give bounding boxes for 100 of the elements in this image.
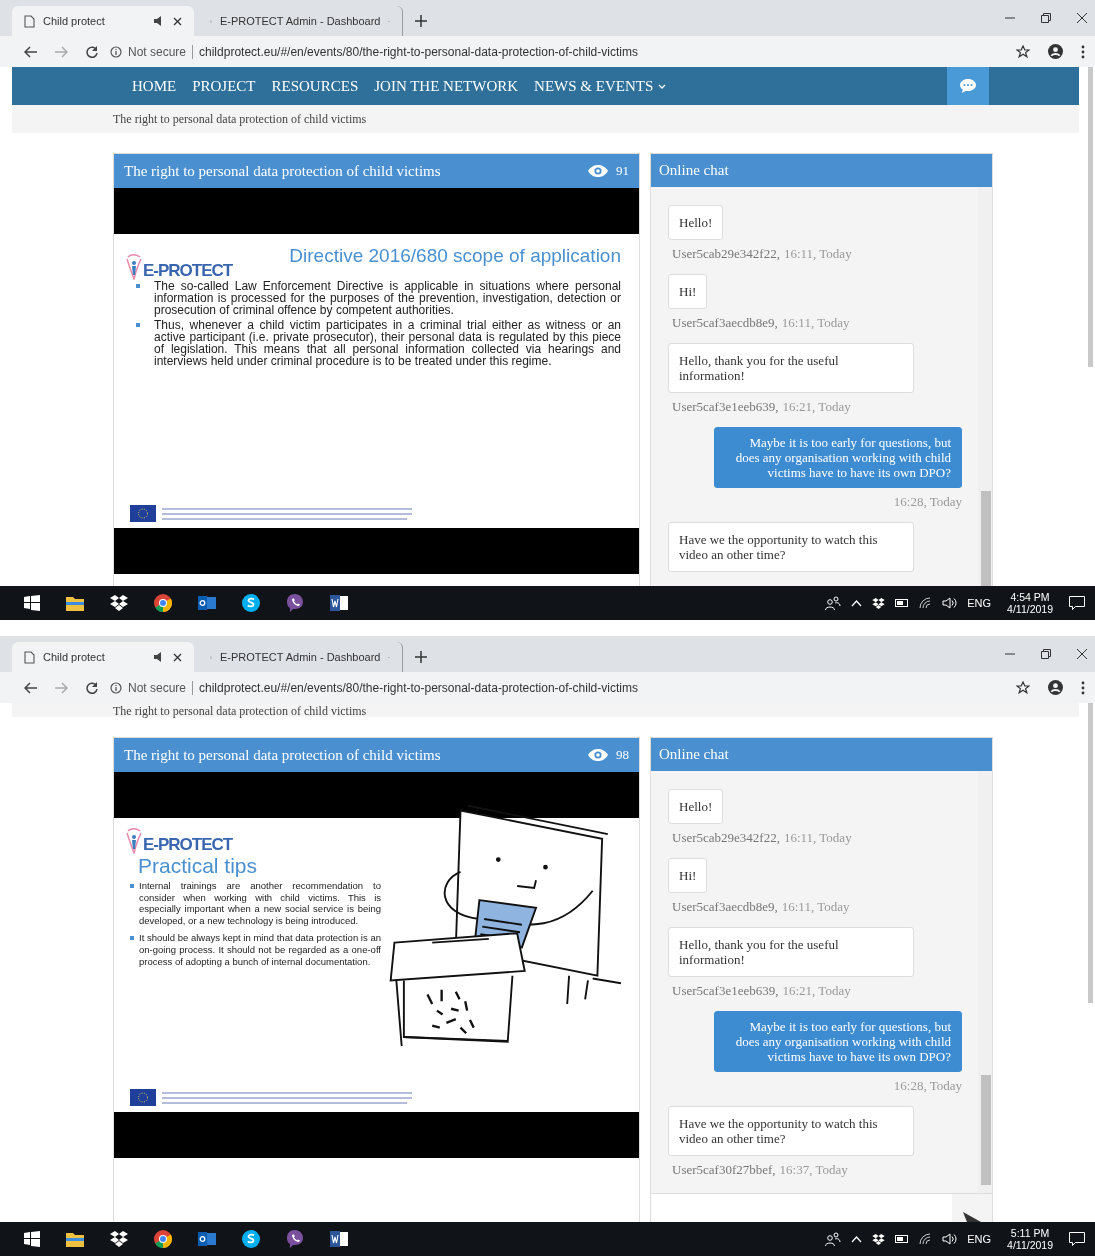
bullet-icon bbox=[136, 284, 140, 288]
dropbox-icon[interactable] bbox=[110, 595, 128, 611]
wifi-icon[interactable] bbox=[919, 1233, 933, 1245]
received-message: Hello! bbox=[668, 789, 724, 824]
chat-button[interactable] bbox=[947, 67, 989, 105]
chrome-icon[interactable] bbox=[154, 1230, 172, 1248]
clock-time: 4:54 PM bbox=[1010, 591, 1050, 603]
slide-bullet-text: The so-called Law Enforcement Directive is applicable in situations where personal information is processed for the purposes of the prevention, investigation, detection or prosecution of criminal offence by competent authorities. bbox=[154, 280, 621, 316]
word-icon[interactable] bbox=[330, 1231, 348, 1247]
windows-logo-icon[interactable] bbox=[24, 595, 40, 611]
caret-up-icon[interactable] bbox=[851, 599, 863, 607]
clock-date: 4/11/2019 bbox=[1007, 1239, 1053, 1251]
chat-scrollbar[interactable] bbox=[978, 187, 992, 586]
clock[interactable]: 5:11 PM 4/11/2019 bbox=[1007, 1227, 1053, 1251]
logo-figure-icon bbox=[126, 254, 142, 280]
menu-icon[interactable] bbox=[1081, 680, 1085, 695]
account-icon[interactable] bbox=[1048, 44, 1063, 59]
reload-icon[interactable] bbox=[86, 45, 98, 58]
speaker-icon[interactable] bbox=[942, 597, 958, 609]
folder-icon[interactable] bbox=[66, 1231, 84, 1247]
people-icon[interactable] bbox=[825, 596, 842, 610]
nav-link[interactable]: NEWS & EVENTS bbox=[534, 77, 667, 95]
message-time: 16:11, Today bbox=[783, 830, 852, 846]
url-text: childprotect.eu/#/en/events/80/the-right-to-personal-data-protection-of-child-victims bbox=[199, 44, 638, 59]
new-tab-icon[interactable] bbox=[415, 651, 427, 663]
account-icon[interactable] bbox=[1048, 680, 1063, 695]
battery-icon[interactable] bbox=[895, 1235, 910, 1243]
page-scrollbar[interactable] bbox=[1088, 67, 1093, 367]
logo-figure-icon bbox=[126, 828, 142, 854]
speaker-icon[interactable] bbox=[942, 1233, 958, 1245]
dropbox-icon[interactable] bbox=[872, 597, 886, 609]
viber-icon[interactable] bbox=[286, 1230, 304, 1248]
tab-title: E-PROTECT Admin - Dashboard bbox=[219, 651, 381, 663]
back-arrow-icon[interactable] bbox=[24, 681, 37, 694]
message-author: User5caf3e1eeb639, bbox=[672, 399, 779, 415]
battery-icon[interactable] bbox=[895, 599, 910, 607]
slide-bullet-text: Thus, whenever a child victim participates in a criminal trial either as witness or an active participant (i.e. private prosecutor), their personal data is regulated by this piece of legislation. This means that all personal information collected via hearings and interviews held under criminal procedure is to be treated under this regime. bbox=[154, 319, 621, 367]
star-icon[interactable] bbox=[1016, 44, 1030, 59]
nav-link[interactable]: HOME bbox=[132, 77, 177, 95]
nav-link[interactable]: PROJECT bbox=[192, 77, 256, 95]
slide-bullet-text: Internal trainings are another recommendation to consider when working with child victims. This is especially important when a new social service is being developed, or a new technology is being introduced. bbox=[139, 880, 381, 927]
word-icon[interactable] bbox=[330, 595, 348, 611]
caret-icon bbox=[658, 83, 667, 89]
slide-heading: Directive 2016/680 scope of application bbox=[288, 244, 621, 268]
message-time: 16:21, Today bbox=[782, 399, 851, 415]
caret-up-icon[interactable] bbox=[851, 1235, 863, 1243]
dropbox-icon[interactable] bbox=[110, 1231, 128, 1247]
message-time: 16:11, Today bbox=[781, 315, 850, 331]
notification-icon[interactable] bbox=[1069, 595, 1085, 611]
logo-text: E-PROTECT bbox=[143, 262, 233, 280]
menu-icon[interactable] bbox=[1081, 44, 1085, 59]
received-message: Hello! bbox=[668, 205, 724, 240]
browser-tab[interactable]: Child protect bbox=[12, 642, 194, 672]
nav-link[interactable]: JOIN THE NETWORK bbox=[374, 77, 519, 95]
video-title: The right to personal data protection of child victims bbox=[124, 162, 442, 180]
back-arrow-icon[interactable] bbox=[24, 45, 37, 58]
eye-icon bbox=[588, 749, 608, 761]
message-time: 16:37, Today bbox=[779, 1162, 848, 1178]
new-tab-icon[interactable] bbox=[415, 15, 427, 27]
browser-tab[interactable]: Child protect bbox=[12, 6, 194, 36]
url-text: childprotect.eu/#/en/events/80/the-right-to-personal-data-protection-of-child-victims bbox=[199, 680, 638, 695]
sent-message: Maybe it is too early for questions, but does any organisation working with child victims have to have its own DPO? bbox=[714, 427, 962, 488]
skype-icon[interactable] bbox=[242, 1230, 260, 1248]
reload-icon[interactable] bbox=[86, 681, 98, 694]
breadcrumb: The right to personal data protection of child victims bbox=[113, 113, 367, 125]
notification-icon[interactable] bbox=[1069, 1231, 1085, 1247]
people-icon[interactable] bbox=[825, 1232, 842, 1246]
bullet-icon bbox=[136, 323, 140, 327]
dropbox-icon[interactable] bbox=[872, 1233, 886, 1245]
message-time: 16:28, Today bbox=[893, 494, 962, 510]
nav-link[interactable]: RESOURCES bbox=[271, 77, 359, 95]
folder-icon[interactable] bbox=[66, 595, 84, 611]
clock[interactable]: 4:54 PM 4/11/2019 bbox=[1007, 591, 1053, 615]
chrome-icon[interactable] bbox=[154, 594, 172, 612]
skype-icon[interactable] bbox=[242, 594, 260, 612]
mail-app-icon[interactable] bbox=[198, 596, 216, 610]
eu-flag-icon bbox=[130, 1089, 156, 1106]
view-count: 91 bbox=[616, 163, 629, 179]
mail-app-icon[interactable] bbox=[198, 1232, 216, 1246]
security-label: Not secure bbox=[128, 680, 194, 695]
received-message: Hello, thank you for the useful information! bbox=[668, 343, 914, 393]
video-title: The right to personal data protection of child victims bbox=[124, 746, 442, 764]
star-icon[interactable] bbox=[1016, 680, 1030, 695]
language-indicator[interactable]: ENG bbox=[967, 597, 992, 609]
chat-title: Online chat bbox=[659, 162, 729, 179]
speech-bubble-icon bbox=[960, 79, 976, 93]
bullet-icon bbox=[130, 936, 134, 941]
received-message: Have we the opportunity to watch this video an other time? bbox=[668, 1106, 914, 1156]
wifi-icon[interactable] bbox=[919, 597, 933, 609]
windows-logo-icon[interactable] bbox=[24, 1231, 40, 1247]
page-scrollbar[interactable] bbox=[1088, 703, 1093, 1003]
message-author: User5cab29e342f22, bbox=[672, 246, 780, 262]
eu-flag-icon bbox=[130, 505, 156, 522]
restore-icon[interactable] bbox=[1041, 649, 1051, 659]
chat-scrollbar[interactable] bbox=[978, 771, 992, 1193]
language-indicator[interactable]: ENG bbox=[967, 1233, 992, 1245]
view-count: 98 bbox=[616, 747, 629, 763]
info-icon bbox=[110, 45, 122, 58]
viber-icon[interactable] bbox=[286, 594, 304, 612]
restore-icon[interactable] bbox=[1041, 13, 1051, 23]
